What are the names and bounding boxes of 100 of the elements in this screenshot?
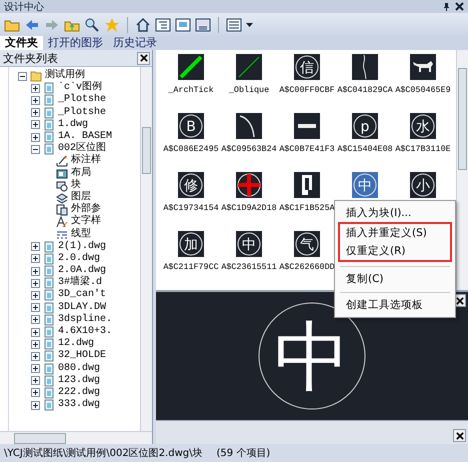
block-name: A$C23615511 bbox=[221, 262, 277, 272]
block-thumbnail[interactable] bbox=[294, 113, 320, 139]
expand-icon[interactable] bbox=[31, 340, 40, 349]
block-thumbnail[interactable]: 中 bbox=[352, 172, 378, 198]
block-name: A$C1D9A2D18 bbox=[221, 203, 277, 213]
tree-item[interactable]: 12.dwg bbox=[58, 338, 94, 350]
document-icon bbox=[43, 386, 55, 399]
document-icon bbox=[43, 240, 55, 253]
expand-icon[interactable] bbox=[31, 266, 40, 276]
expand-icon[interactable] bbox=[31, 352, 40, 361]
block-thumbnail[interactable]: 信 bbox=[294, 54, 320, 80]
search-icon[interactable] bbox=[84, 16, 100, 32]
document-icon bbox=[43, 326, 55, 338]
external-reference-icon bbox=[56, 204, 68, 216]
expand-icon[interactable] bbox=[31, 364, 40, 374]
block-name: A$C1F1B525A bbox=[279, 203, 335, 213]
expand-icon[interactable] bbox=[31, 242, 40, 252]
expand-icon[interactable] bbox=[31, 108, 40, 118]
tree-item[interactable]: 2(1).dwg bbox=[58, 240, 106, 253]
tree-item[interactable]: 3D_can't bbox=[58, 289, 106, 302]
expand-icon[interactable] bbox=[31, 376, 40, 386]
status-path: \YCJ测试图纸\测试用例\002区位图2.dwg\块 bbox=[4, 446, 202, 460]
text-style-icon bbox=[56, 216, 68, 228]
tree-item[interactable]: 图层 bbox=[71, 192, 91, 204]
block-thumbnail[interactable] bbox=[236, 113, 262, 139]
block-name: A$C00FF0CBF bbox=[279, 85, 335, 95]
description-icon[interactable] bbox=[195, 16, 211, 32]
block-thumbnail[interactable]: p bbox=[352, 113, 378, 139]
tree-item[interactable]: 布局 bbox=[71, 168, 91, 180]
tree-item[interactable]: 块 bbox=[71, 180, 81, 192]
block-thumbnail[interactable]: 中 bbox=[236, 231, 262, 257]
block-thumbnail[interactable]: 气 bbox=[294, 231, 320, 257]
tree-item[interactable]: 222.dwg bbox=[58, 386, 100, 399]
menu-item[interactable]: 插入为块(I)... bbox=[346, 207, 412, 219]
tree-item[interactable]: 32_HOLDE bbox=[58, 350, 106, 362]
tree-item[interactable]: 3dspline. bbox=[58, 314, 112, 326]
block-name: A$C211F79CC bbox=[163, 262, 219, 272]
expand-icon[interactable] bbox=[31, 254, 40, 264]
close-button[interactable] bbox=[137, 52, 150, 64]
block-thumbnail[interactable]: 小 bbox=[410, 172, 436, 198]
tree-item[interactable]: 测试用例 bbox=[45, 70, 85, 82]
horizontal-scrollbar[interactable] bbox=[0, 431, 152, 444]
views-icon[interactable] bbox=[226, 16, 242, 32]
expand-icon[interactable] bbox=[31, 278, 40, 288]
block-thumbnail[interactable]: B bbox=[178, 113, 204, 139]
tree-item[interactable]: 标注样 bbox=[71, 155, 101, 168]
expand-icon[interactable] bbox=[31, 84, 40, 93]
collapse-icon[interactable] bbox=[18, 72, 27, 81]
document-icon bbox=[43, 252, 55, 265]
block-thumbnail[interactable] bbox=[236, 54, 262, 80]
collapse-icon[interactable] bbox=[31, 144, 40, 154]
expand-icon[interactable] bbox=[31, 388, 40, 398]
tab[interactable]: 历史记录 bbox=[108, 36, 162, 50]
expand-icon[interactable] bbox=[31, 315, 40, 324]
block-name: A$C0B7E41F3 bbox=[279, 144, 335, 154]
tree-item[interactable]: 2.0.dwg bbox=[58, 252, 100, 265]
tab[interactable]: 文件夹 bbox=[0, 36, 43, 50]
tree-item[interactable]: 线型 bbox=[71, 228, 91, 241]
preview-icon[interactable] bbox=[175, 16, 191, 32]
expand-icon[interactable] bbox=[31, 290, 40, 300]
expand-icon[interactable] bbox=[31, 328, 40, 337]
home-icon[interactable] bbox=[135, 16, 151, 32]
block-thumbnail[interactable]: 加 bbox=[178, 231, 204, 257]
vertical-scrollbar[interactable] bbox=[456, 50, 468, 290]
tree-item[interactable]: 4.6X10+3. bbox=[58, 326, 112, 338]
tree-item[interactable]: 3#墙梁.d bbox=[58, 277, 102, 290]
block-thumbnail[interactable] bbox=[294, 172, 320, 198]
block-thumbnail[interactable]: 水 bbox=[410, 113, 436, 139]
tree-item[interactable]: _Plotshe bbox=[58, 106, 106, 119]
block-thumbnail[interactable]: 修 bbox=[178, 172, 204, 198]
pin-icon[interactable] bbox=[442, 2, 451, 11]
tree-view-icon[interactable] bbox=[155, 16, 171, 32]
layers-icon bbox=[56, 192, 68, 204]
tree-item[interactable]: 3DLAY.DW bbox=[58, 302, 106, 314]
close-icon[interactable] bbox=[455, 2, 464, 11]
block-thumbnail[interactable] bbox=[236, 172, 262, 198]
expand-icon[interactable] bbox=[31, 120, 40, 130]
close-button[interactable] bbox=[453, 429, 466, 442]
tree-item[interactable]: 333.dwg bbox=[58, 399, 100, 412]
caret-icon[interactable] bbox=[246, 22, 253, 26]
block-thumbnail[interactable] bbox=[410, 54, 436, 80]
tree-item[interactable]: 文字样 bbox=[71, 216, 101, 228]
tree-item[interactable]: 123.dwg bbox=[58, 374, 100, 387]
expand-icon[interactable] bbox=[31, 303, 40, 312]
tree-item[interactable]: `c`v图例 bbox=[58, 82, 102, 94]
tree-item[interactable]: _Plotshe bbox=[58, 94, 106, 106]
tab[interactable]: 打开的图形 bbox=[43, 36, 108, 50]
expand-icon[interactable] bbox=[31, 400, 40, 410]
tree-item[interactable]: 080.dwg bbox=[58, 362, 100, 375]
document-icon bbox=[43, 143, 55, 156]
tree-item[interactable]: 1.dwg bbox=[58, 118, 88, 131]
tree-item[interactable]: 1A. BASEM bbox=[58, 131, 112, 144]
block-thumbnail[interactable] bbox=[178, 54, 204, 80]
expand-icon[interactable] bbox=[31, 96, 40, 105]
expand-icon[interactable] bbox=[31, 132, 40, 142]
menu-item[interactable]: 创建工具选项板 bbox=[346, 299, 423, 311]
vertical-scrollbar[interactable] bbox=[140, 67, 152, 431]
block-thumbnail[interactable] bbox=[352, 54, 378, 80]
menu-item[interactable]: 复制(C) bbox=[346, 273, 384, 285]
dimension-style-icon bbox=[56, 155, 68, 168]
